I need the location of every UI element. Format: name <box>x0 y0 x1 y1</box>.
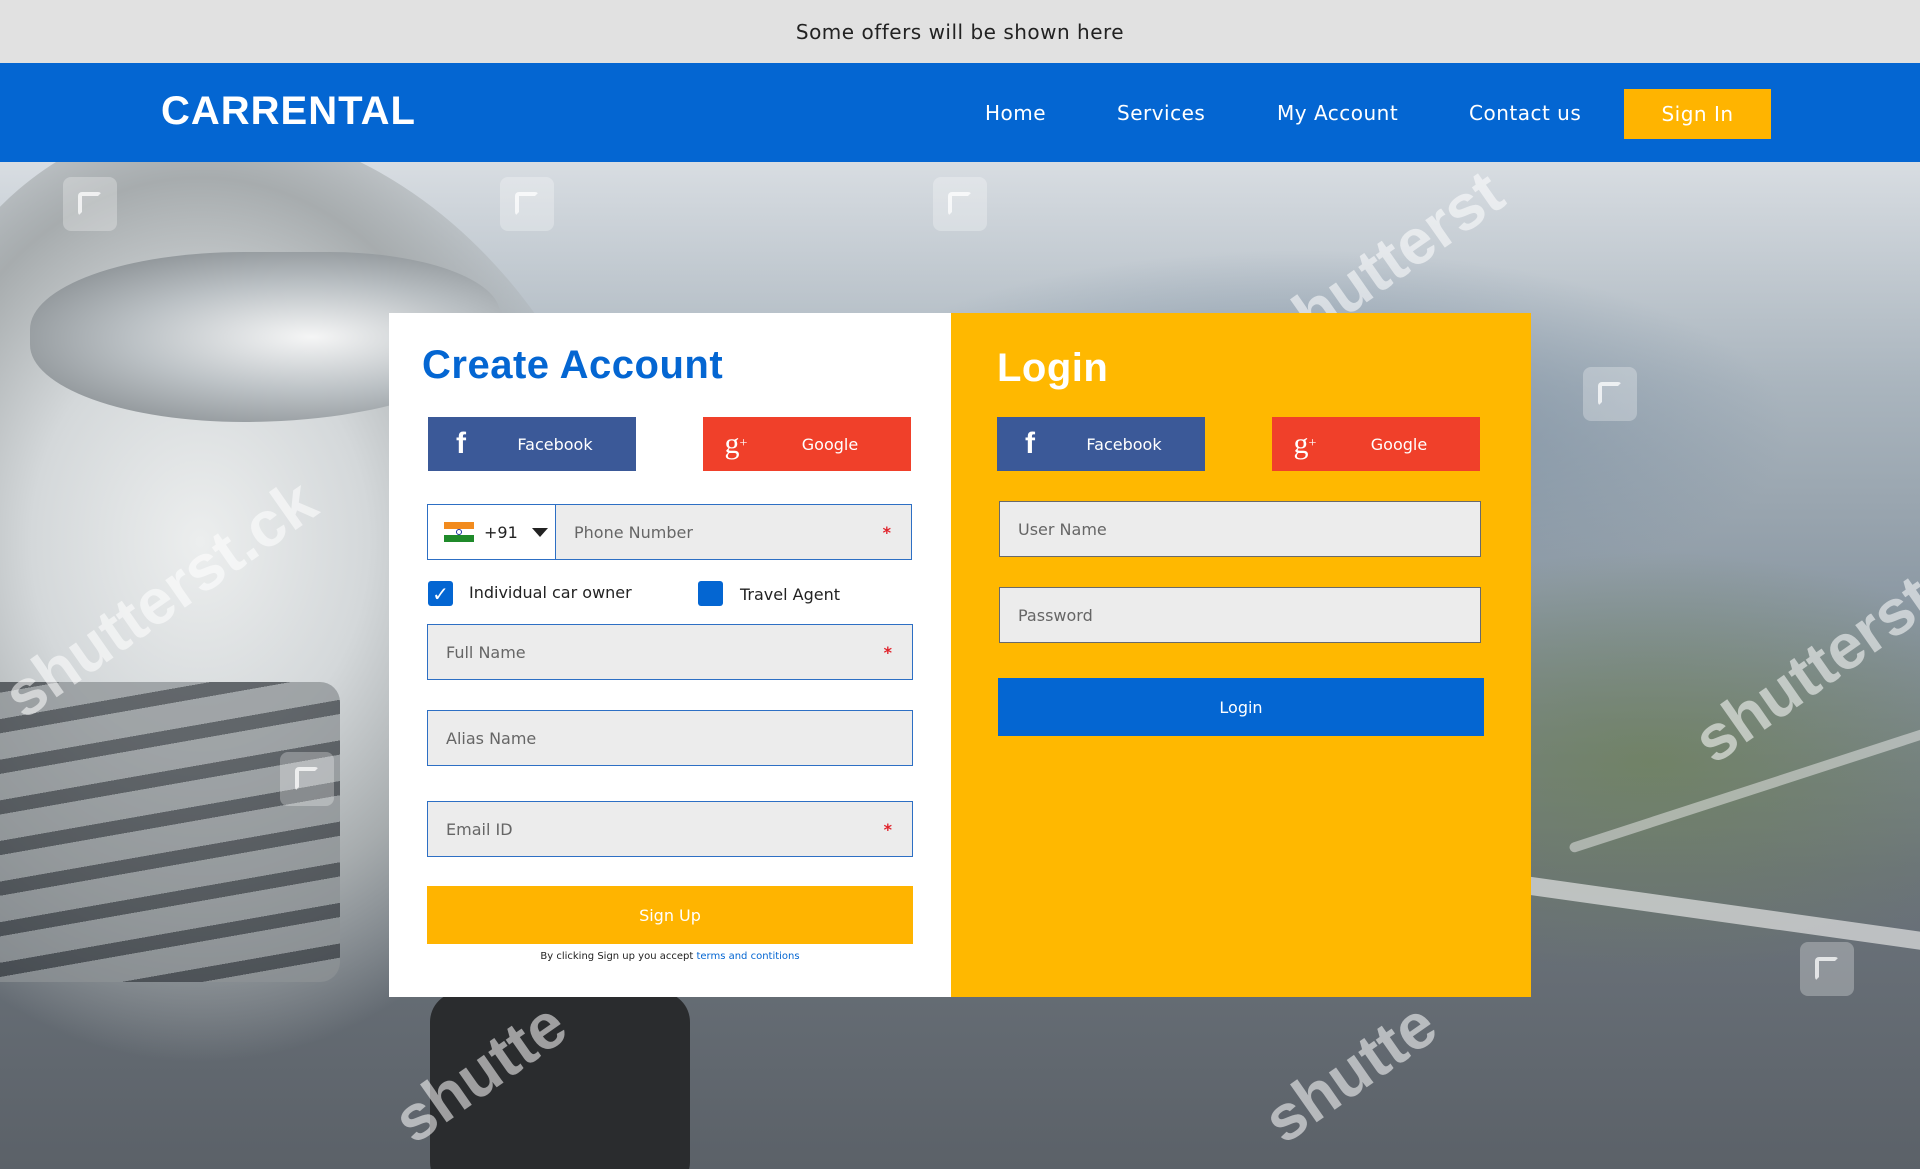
nav-my-account[interactable]: My Account <box>1277 63 1398 162</box>
facebook-signup-button[interactable]: f Facebook <box>428 417 636 471</box>
login-button[interactable]: Login <box>998 678 1484 736</box>
travel-agent-label: Travel Agent <box>740 585 841 604</box>
offer-bar: Some offers will be shown here <box>0 0 1920 63</box>
site-logo[interactable]: CARRENTAL <box>161 89 416 134</box>
required-mark: * <box>883 643 892 662</box>
alias-name-input[interactable]: Alias Name <box>427 710 913 766</box>
google-label: Google <box>801 434 859 454</box>
individual-owner-label: Individual car owner <box>469 583 632 602</box>
email-placeholder: Email ID <box>446 819 513 839</box>
required-mark: * <box>882 523 891 542</box>
nav-contact-us[interactable]: Contact us <box>1469 63 1581 162</box>
check-icon: ✓ <box>432 581 449 606</box>
google-login-button[interactable]: g + Google <box>1272 417 1480 471</box>
login-title: Login <box>997 346 1109 390</box>
country-code-select[interactable]: +91 <box>428 505 556 559</box>
sign-up-button[interactable]: Sign Up <box>427 886 913 944</box>
watermark-icon <box>280 752 334 806</box>
watermark-icon <box>1800 942 1854 996</box>
road-marking <box>1481 870 1920 972</box>
terms-link[interactable]: terms and contitions <box>696 951 799 962</box>
google-plus-icon: g + <box>724 427 748 460</box>
facebook-login-button[interactable]: f Facebook <box>997 417 1205 471</box>
password-input[interactable]: Password <box>999 587 1481 643</box>
individual-owner-checkbox[interactable]: ✓ <box>428 581 453 606</box>
watermark-text: shutte <box>1250 987 1450 1157</box>
google-plus-icon: g + <box>1293 427 1317 460</box>
phone-number-input[interactable]: Phone Number <box>574 523 693 542</box>
car-grille <box>0 682 340 982</box>
facebook-icon: f <box>456 427 466 460</box>
sign-in-button[interactable]: Sign In <box>1624 89 1771 139</box>
password-placeholder: Password <box>1018 605 1093 625</box>
login-panel: Login f Facebook g + Google User Name Pas… <box>951 313 1531 997</box>
required-mark: * <box>883 820 892 839</box>
watermark-icon <box>1583 367 1637 421</box>
alias-name-placeholder: Alias Name <box>446 728 537 748</box>
username-input[interactable]: User Name <box>999 501 1481 557</box>
nav-services[interactable]: Services <box>1117 63 1205 162</box>
facebook-label: Facebook <box>517 434 593 454</box>
facebook-icon: f <box>1025 427 1035 460</box>
google-signup-button[interactable]: g + Google <box>703 417 911 471</box>
watermark-icon <box>500 177 554 231</box>
watermark-icon <box>63 177 117 231</box>
full-name-placeholder: Full Name <box>446 642 526 662</box>
full-name-input[interactable]: Full Name * <box>427 624 913 680</box>
username-placeholder: User Name <box>1018 519 1107 539</box>
email-input[interactable]: Email ID * <box>427 801 913 857</box>
offer-text: Some offers will be shown here <box>795 19 1125 44</box>
header: CARRENTAL Home Services My Account Conta… <box>0 63 1920 162</box>
india-flag-icon <box>444 522 474 543</box>
watermark-icon <box>933 177 987 231</box>
terms-prefix: By clicking Sign up you accept <box>540 951 697 962</box>
travel-agent-checkbox[interactable] <box>698 581 723 606</box>
chevron-down-icon <box>531 527 548 537</box>
create-account-title: Create Account <box>422 343 724 387</box>
terms-notice: By clicking Sign up you accept terms and… <box>389 951 951 962</box>
nav-home[interactable]: Home <box>985 63 1046 162</box>
facebook-label: Facebook <box>1086 434 1162 454</box>
phone-number-field: +91 Phone Number * <box>427 504 912 560</box>
country-code-value: +91 <box>484 522 518 542</box>
create-account-panel: Create Account f Facebook g + Google +91 … <box>389 313 951 997</box>
google-label: Google <box>1370 434 1428 454</box>
